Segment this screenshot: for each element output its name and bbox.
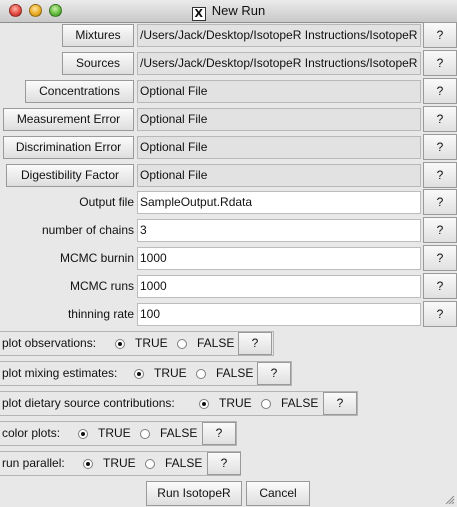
digestibility-factor-button[interactable]: Digestibility Factor — [6, 164, 134, 187]
run-parallel-false-radio[interactable] — [145, 459, 155, 469]
plot-mixing-estimates-false-radio[interactable] — [196, 369, 206, 379]
mcmc-burnin-input[interactable]: 1000 — [137, 247, 421, 270]
mixtures-button[interactable]: Mixtures — [62, 24, 134, 47]
discrimination-error-help-button[interactable]: ? — [423, 134, 457, 160]
mcmc-runs-input[interactable]: 1000 — [137, 275, 421, 298]
discrimination-error-button[interactable]: Discrimination Error — [3, 136, 134, 159]
number-of-chains-help-button[interactable]: ? — [423, 217, 457, 243]
plot-dietary-source-contributions-help-button[interactable]: ? — [323, 392, 357, 415]
output-file-label: Output file — [79, 195, 134, 209]
run-parallel-true-label[interactable]: TRUE — [103, 452, 136, 475]
measurement-error-path-field[interactable]: Optional File — [137, 108, 421, 131]
color-plots-true-radio[interactable] — [78, 429, 88, 439]
concentrations-path-field[interactable]: Optional File — [137, 80, 421, 103]
thinning-rate-label: thinning rate — [67, 307, 134, 321]
color-plots-help-button[interactable]: ? — [202, 422, 236, 445]
run-parallel-row: run parallel: TRUE FALSE ? — [0, 451, 241, 476]
plot-dietary-source-contributions-true-radio[interactable] — [199, 399, 209, 409]
plot-mixing-estimates-false-label[interactable]: FALSE — [216, 362, 253, 385]
window-title: New Run — [211, 3, 266, 18]
concentrations-button[interactable]: Concentrations — [25, 80, 134, 103]
x11-icon: X — [191, 7, 206, 21]
run-isotoper-button[interactable]: Run IsotopeR — [146, 481, 242, 506]
plot-mixing-estimates-label: plot mixing estimates: — [2, 366, 118, 380]
color-plots-true-label[interactable]: TRUE — [98, 422, 131, 445]
color-plots-label: color plots: — [2, 426, 61, 440]
thinning-rate-help-button[interactable]: ? — [423, 301, 457, 327]
output-file-input[interactable]: SampleOutput.Rdata — [137, 191, 421, 214]
mcmc-runs-help-button[interactable]: ? — [423, 273, 457, 299]
sources-help-button[interactable]: ? — [423, 50, 457, 76]
run-parallel-label: run parallel: — [2, 456, 65, 470]
plot-dietary-source-contributions-label: plot dietary source contributions: — [2, 396, 175, 410]
discrimination-error-path-field[interactable]: Optional File — [137, 136, 421, 159]
number-of-chains-input[interactable]: 3 — [137, 219, 421, 242]
digestibility-factor-path-field[interactable]: Optional File — [137, 164, 421, 187]
color-plots-false-label[interactable]: FALSE — [160, 422, 197, 445]
mixtures-path-field[interactable]: /Users/Jack/Desktop/IsotopeR Instruction… — [137, 24, 421, 47]
plot-observations-label: plot observations: — [2, 336, 97, 350]
thinning-rate-input[interactable]: 100 — [137, 303, 421, 326]
plot-dietary-source-contributions-true-label[interactable]: TRUE — [219, 392, 252, 415]
concentrations-help-button[interactable]: ? — [423, 78, 457, 104]
plot-observations-true-radio[interactable] — [115, 339, 125, 349]
mcmc-burnin-label: MCMC burnin — [59, 251, 134, 265]
plot-mixing-estimates-true-radio[interactable] — [134, 369, 144, 379]
plot-dietary-source-contributions-row: plot dietary source contributions: TRUE … — [0, 391, 358, 416]
mcmc-runs-label: MCMC runs — [69, 279, 134, 293]
plot-dietary-source-contributions-false-label[interactable]: FALSE — [281, 392, 318, 415]
number-of-chains-label: number of chains — [41, 223, 134, 237]
run-parallel-help-button[interactable]: ? — [207, 452, 241, 475]
plot-observations-false-radio[interactable] — [177, 339, 187, 349]
output-file-help-button[interactable]: ? — [423, 189, 457, 215]
run-parallel-false-label[interactable]: FALSE — [165, 452, 202, 475]
plot-observations-row: plot observations: TRUE FALSE ? — [0, 331, 274, 356]
plot-dietary-source-contributions-false-radio[interactable] — [261, 399, 271, 409]
title-bar[interactable]: X New Run — [0, 0, 457, 23]
digestibility-factor-help-button[interactable]: ? — [423, 162, 457, 188]
sources-button[interactable]: Sources — [62, 52, 134, 75]
plot-mixing-estimates-row: plot mixing estimates: TRUE FALSE ? — [0, 361, 292, 386]
plot-mixing-estimates-help-button[interactable]: ? — [257, 362, 291, 385]
color-plots-false-radio[interactable] — [140, 429, 150, 439]
plot-observations-false-label[interactable]: FALSE — [197, 332, 234, 355]
run-parallel-true-radio[interactable] — [83, 459, 93, 469]
plot-observations-help-button[interactable]: ? — [238, 332, 272, 355]
mcmc-burnin-help-button[interactable]: ? — [423, 245, 457, 271]
color-plots-row: color plots: TRUE FALSE ? — [0, 421, 237, 446]
measurement-error-button[interactable]: Measurement Error — [3, 108, 134, 131]
resize-grip-icon[interactable] — [443, 493, 455, 505]
plot-mixing-estimates-true-label[interactable]: TRUE — [154, 362, 187, 385]
measurement-error-help-button[interactable]: ? — [423, 106, 457, 132]
plot-observations-true-label[interactable]: TRUE — [135, 332, 168, 355]
sources-path-field[interactable]: /Users/Jack/Desktop/IsotopeR Instruction… — [137, 52, 421, 75]
cancel-button[interactable]: Cancel — [246, 481, 310, 506]
mixtures-help-button[interactable]: ? — [423, 22, 457, 48]
